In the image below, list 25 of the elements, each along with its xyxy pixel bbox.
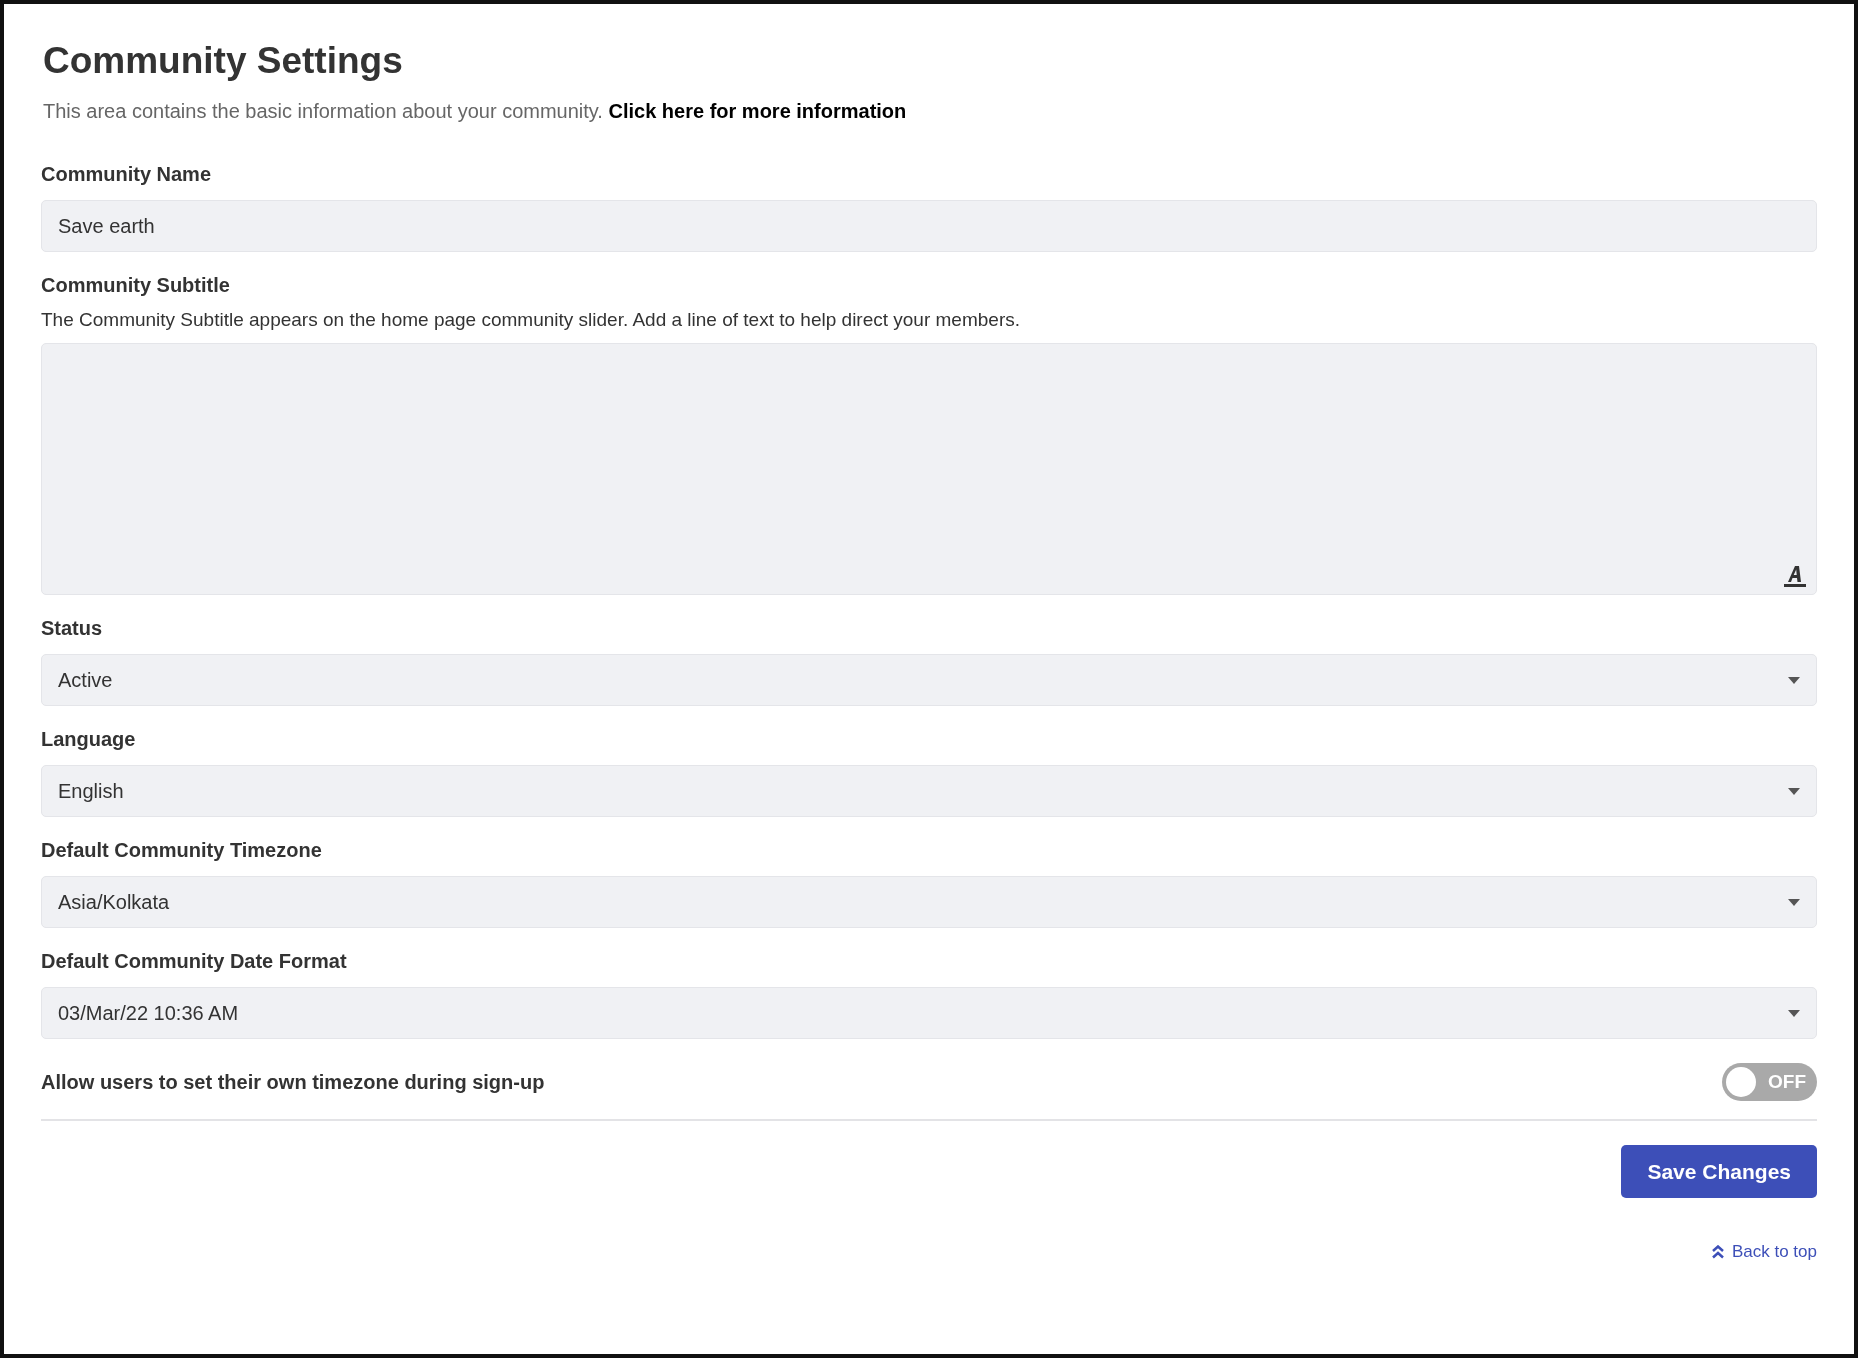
- description-text: This area contains the basic information about your community. Click here for more information: [43, 100, 908, 123]
- double-chevron-up-icon: [1711, 1245, 1724, 1259]
- more-info-link[interactable]: Click here for more information: [608, 100, 907, 122]
- select-field[interactable]: English: [41, 765, 1817, 817]
- field-label: Default Community Date Format: [41, 950, 348, 973]
- caret-icon: [1788, 787, 1800, 795]
- field-label: Community Subtitle: [41, 274, 231, 297]
- caret-icon: [1788, 898, 1800, 906]
- toggle-label: Allow users to set their own timezone during sign-up: [41, 1070, 545, 1094]
- textarea-field[interactable]: [41, 343, 1817, 595]
- page-title: Community Settings: [43, 40, 403, 82]
- select-field[interactable]: Asia/Kolkata: [41, 876, 1817, 928]
- field-label: Community Name: [41, 163, 213, 186]
- caret-icon: [1788, 1009, 1800, 1017]
- caret-icon: [1788, 676, 1800, 684]
- back-to-top-link[interactable]: Back to top: [1711, 1242, 1817, 1262]
- select-field[interactable]: 03/Mar/22 10:36 AM: [41, 987, 1817, 1039]
- text-input[interactable]: Save earth: [41, 200, 1817, 252]
- help-text: The Community Subtitle appears on the home page community slider. Add a line of text to help direct your members.: [41, 309, 1021, 331]
- save-changes-button[interactable]: Save Changes: [1621, 1145, 1817, 1198]
- text-format-icon[interactable]: [1784, 564, 1806, 588]
- field-label: Language: [41, 728, 137, 751]
- select-field[interactable]: Active: [41, 654, 1817, 706]
- field-label: Default Community Timezone: [41, 839, 323, 862]
- field-label: Status: [41, 617, 104, 640]
